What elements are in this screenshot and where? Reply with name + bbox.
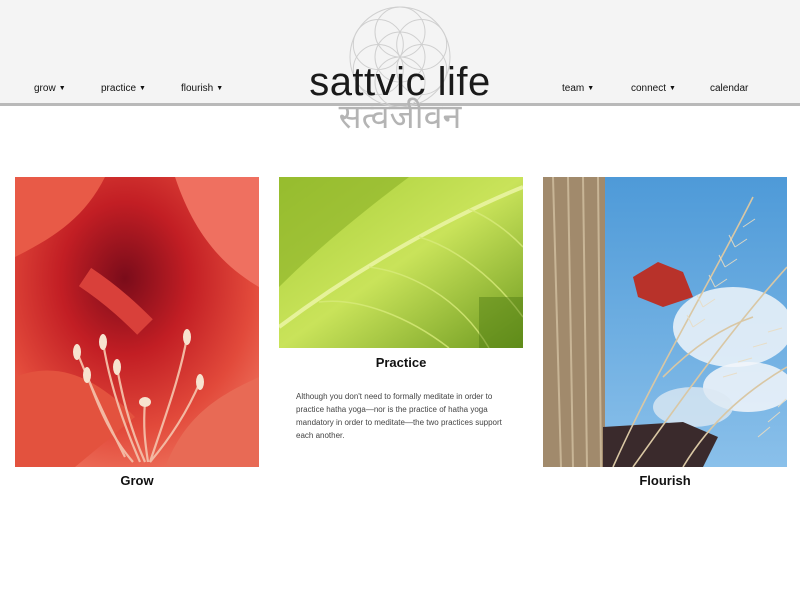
nav-grow-label: grow — [34, 83, 56, 94]
nav-flourish[interactable]: flourish ▼ — [181, 82, 223, 95]
flourish-image[interactable] — [543, 177, 787, 467]
red-flower-photo — [15, 177, 259, 467]
nav-team[interactable]: team ▼ — [562, 82, 594, 95]
nav-connect-label: connect — [631, 83, 667, 94]
nav-team-label: team — [562, 83, 585, 94]
caret-down-icon: ▼ — [216, 85, 224, 92]
caret-down-icon: ▼ — [58, 85, 66, 92]
card-grow-title[interactable]: Grow — [15, 473, 259, 488]
card-practice-title[interactable]: Practice — [279, 355, 523, 370]
nav-practice[interactable]: practice ▼ — [101, 82, 146, 95]
nav-connect[interactable]: connect ▼ — [631, 82, 676, 95]
nav-grow[interactable]: grow ▼ — [34, 82, 66, 95]
logo-devanagari: सत्वजीवन — [338, 97, 462, 137]
caret-down-icon: ▼ — [669, 85, 676, 92]
card-flourish-title[interactable]: Flourish — [543, 473, 787, 488]
nav-calendar[interactable]: calendar — [710, 82, 748, 95]
card-practice-text: Although you don't need to formally medi… — [296, 392, 502, 440]
practice-image[interactable] — [279, 177, 523, 348]
nav-flourish-label: flourish — [181, 83, 214, 94]
grow-image[interactable] — [15, 177, 259, 467]
site-logo[interactable]: sattvic life सत्वजीवन — [288, 0, 512, 140]
nav-calendar-label: calendar — [710, 83, 749, 94]
caret-down-icon: ▼ — [139, 85, 146, 92]
grass-plumes-photo — [543, 177, 787, 467]
caret-down-icon: ▼ — [587, 85, 595, 92]
green-leaf-photo — [279, 177, 523, 348]
nav-practice-label: practice — [101, 83, 137, 94]
